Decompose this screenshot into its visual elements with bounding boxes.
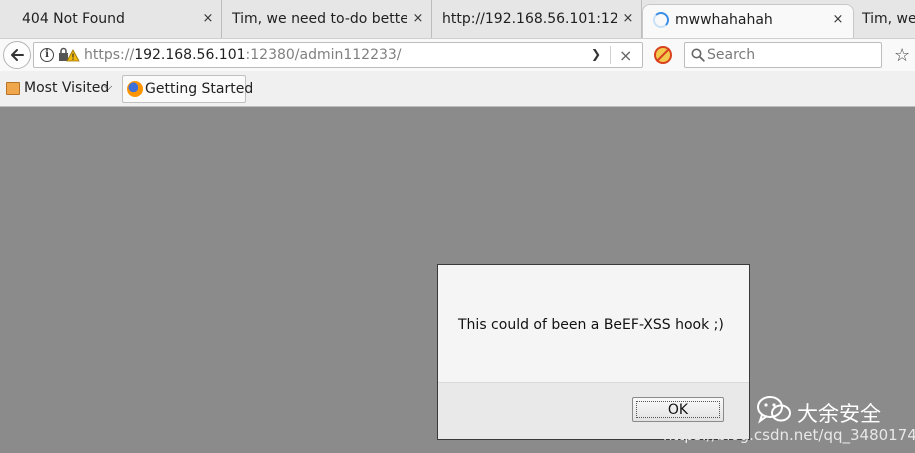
tab-title: http://192.168.56.101:12…	[442, 11, 617, 27]
bookmark-getting-started[interactable]: Getting Started	[122, 75, 253, 103]
chevron-down-icon: ⌵	[104, 80, 113, 93]
noscript-icon[interactable]	[654, 46, 672, 64]
tab-404[interactable]: 404 Not Found ×	[0, 0, 222, 38]
search-input[interactable]	[707, 45, 877, 65]
tab-close-icon[interactable]: ×	[621, 10, 635, 28]
url-host: 192.168.56.101	[134, 47, 246, 63]
alert-dialog: This could of been a BeEF-XSS hook ;) OK	[437, 264, 750, 440]
back-button[interactable]	[3, 41, 31, 69]
watermark-url: https://blog.csdn.net/qq_34801745	[663, 426, 915, 444]
tab-title: 404 Not Found	[22, 11, 125, 27]
ok-button-label: OK	[667, 401, 689, 418]
nav-bar: i https://192.168.56.101:12380/admin1122…	[0, 38, 915, 71]
bookmark-label: Getting Started	[145, 81, 254, 97]
url-text[interactable]: https://192.168.56.101:12380/admin112233…	[84, 47, 402, 63]
tab-title: mwwhahahah	[675, 12, 773, 28]
tab-close-icon[interactable]: ×	[201, 10, 215, 28]
tab-mwwhahahah[interactable]: mwwhahahah ×	[642, 4, 854, 38]
tab-strip: 404 Not Found × Tim, we need to-do bette…	[0, 0, 915, 38]
firefox-icon	[127, 81, 143, 97]
tab-close-icon[interactable]: ×	[411, 10, 425, 28]
folder-icon	[6, 82, 20, 95]
tab-tim-2[interactable]: Tim, we	[854, 0, 915, 38]
url-scheme: https://	[84, 47, 135, 63]
bookmark-label: Most Visited	[24, 80, 110, 96]
tab-title: Tim, we	[862, 11, 915, 27]
watermark-brand: 大余安全	[797, 402, 881, 426]
url-separator	[610, 46, 611, 64]
dialog-message: This could of been a BeEF-XSS hook ;)	[458, 317, 724, 333]
info-icon[interactable]: i	[40, 48, 54, 62]
loading-spinner-icon	[653, 12, 669, 28]
url-path: :12380/admin112233/	[245, 47, 402, 63]
tab-close-icon[interactable]: ×	[831, 11, 845, 29]
bookmarks-bar: Most Visited ⌵ Getting Started	[0, 71, 915, 107]
back-arrow-icon	[11, 49, 24, 61]
tab-ip[interactable]: http://192.168.56.101:12… ×	[432, 0, 642, 38]
url-bar[interactable]: i https://192.168.56.101:12380/admin1122…	[33, 42, 643, 68]
stop-icon[interactable]: ×	[619, 46, 632, 65]
dropdown-icon[interactable]: ❯	[591, 47, 601, 61]
tab-title: Tim, we need to-do bette…	[232, 11, 407, 27]
tab-tim[interactable]: Tim, we need to-do bette… ×	[222, 0, 432, 38]
star-icon[interactable]: ☆	[894, 45, 910, 66]
lock-warning-icon[interactable]	[58, 47, 80, 63]
search-icon	[691, 48, 705, 62]
wechat-icon	[757, 396, 791, 424]
search-bar[interactable]	[684, 42, 882, 68]
ok-button[interactable]: OK	[632, 397, 724, 422]
